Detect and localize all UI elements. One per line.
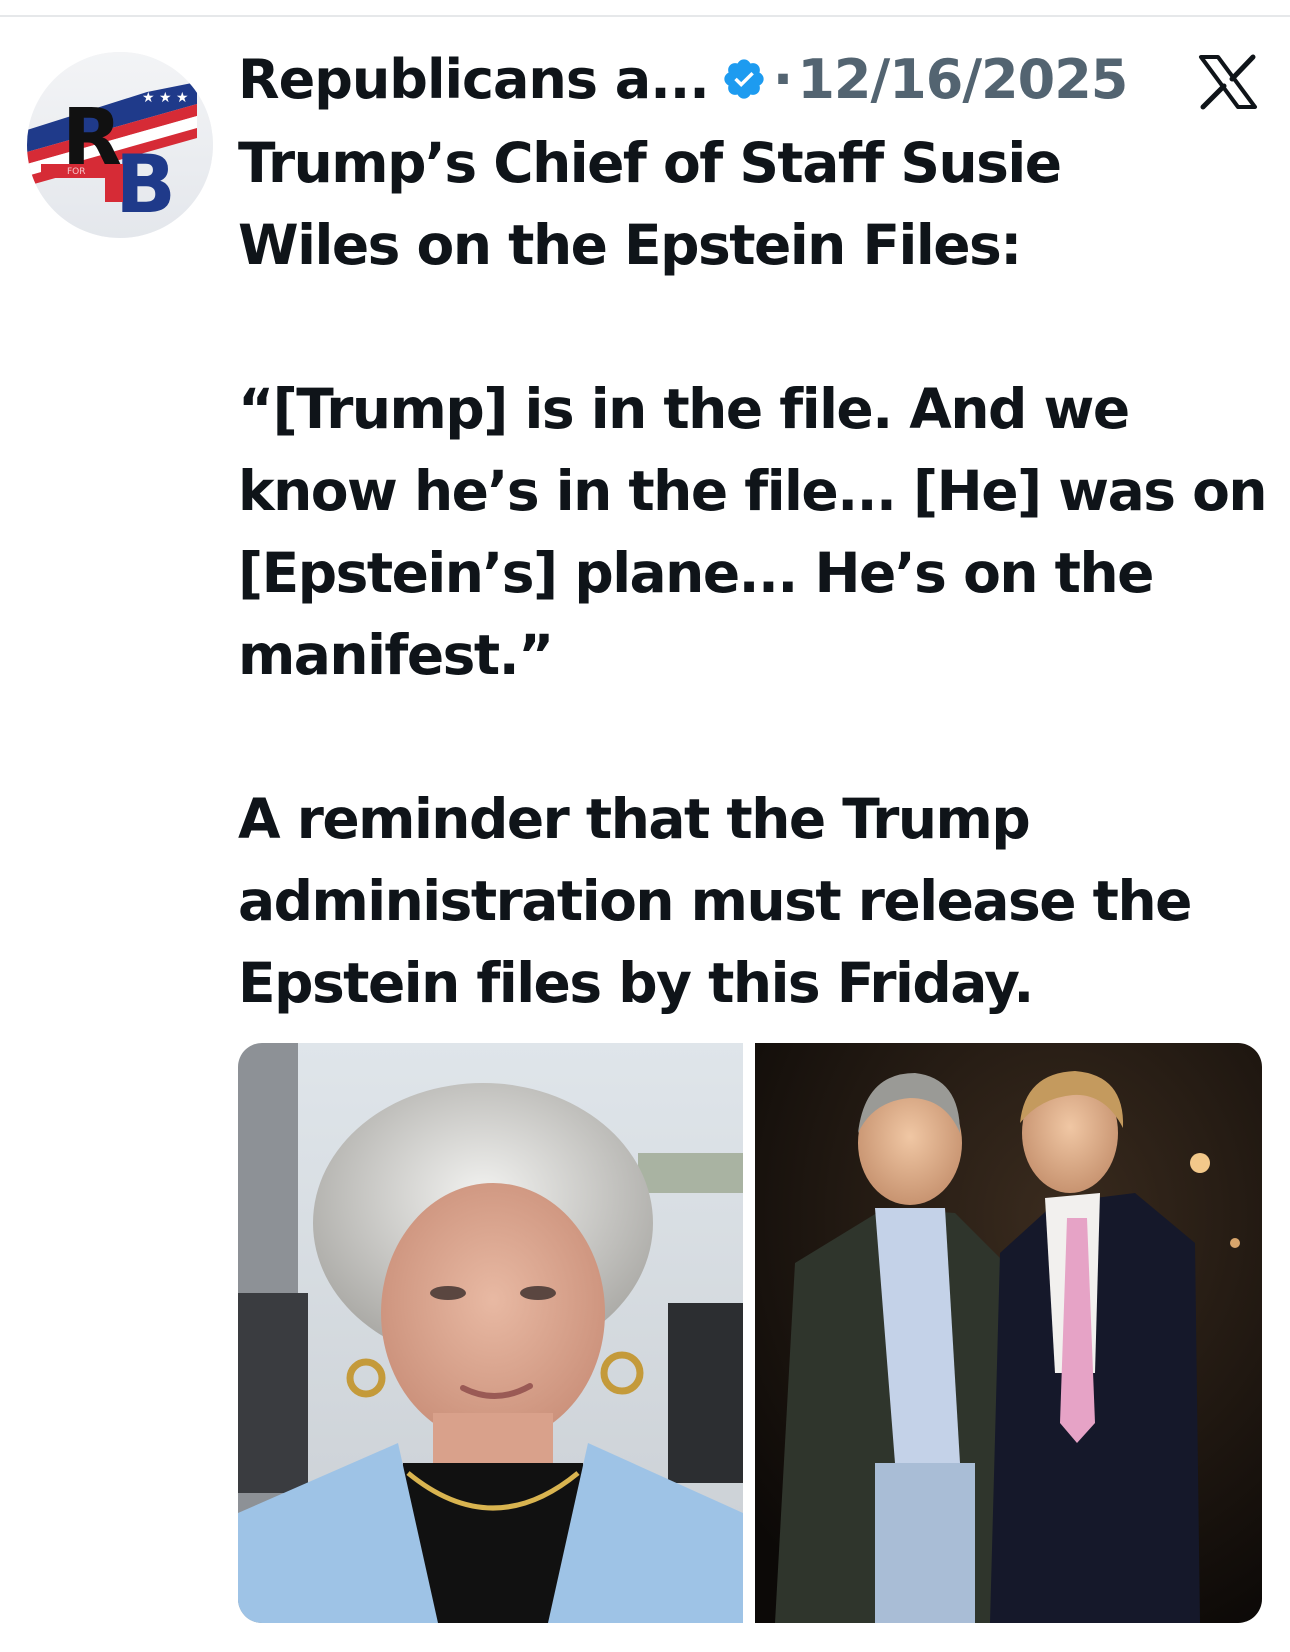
tweet-quote-line: “[Trump] is in the file. And we <box>238 377 1130 441</box>
tweet-timestamp[interactable]: 12/16/2025 <box>797 48 1128 111</box>
tweet-body: Trump’s Chief of Staff Susie Wiles on th… <box>238 122 1268 1024</box>
tweet-closing-line: A reminder that the Trump <box>238 787 1031 851</box>
author-display-name[interactable]: Republicans a... <box>238 48 710 111</box>
tweet-media-grid <box>238 1043 1262 1623</box>
avatar-small-text: FOR <box>67 167 86 177</box>
header-separator: · <box>772 47 794 111</box>
avatar-letter-b: B <box>115 138 176 231</box>
media-photo-left[interactable] <box>238 1043 743 1623</box>
tweet-quote-line: know he’s in the file... [He] was on <box>238 459 1268 523</box>
media-photo-right[interactable] <box>755 1043 1262 1623</box>
svg-text:★ ★ ★: ★ ★ ★ <box>142 90 189 106</box>
top-divider <box>0 15 1290 17</box>
author-avatar[interactable]: ★ ★ ★ R B FOR <box>27 52 213 238</box>
tweet-closing-line: Epstein files by this Friday. <box>238 951 1034 1015</box>
tweet-quote-line: [Epstein’s] plane... He’s on the <box>238 541 1154 605</box>
avatar-logo: ★ ★ ★ R B FOR <box>27 52 213 238</box>
tweet-text-line: Wiles on the Epstein Files: <box>238 213 1022 277</box>
tweet-closing-line: administration must release the <box>238 869 1192 933</box>
verified-badge-icon[interactable] <box>721 56 767 102</box>
tweet-quote-line: manifest.” <box>238 623 554 687</box>
tweet-text-line: Trump’s Chief of Staff Susie <box>238 131 1062 195</box>
tweet-header: Republicans a... · 12/16/2025 <box>238 44 1268 114</box>
x-logo-icon[interactable] <box>1198 54 1258 110</box>
